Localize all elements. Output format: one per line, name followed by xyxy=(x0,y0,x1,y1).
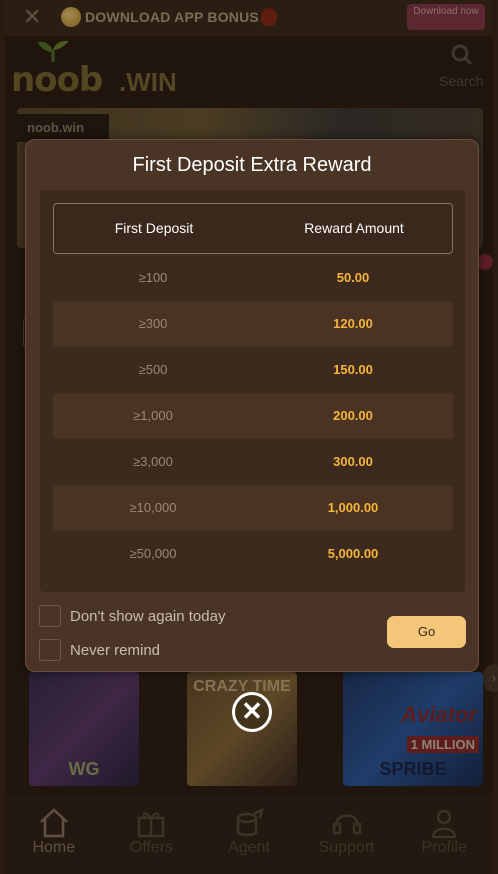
reward-cell: 5,000.00 xyxy=(327,546,379,561)
dont-show-today-label[interactable]: Don't show again today xyxy=(70,608,225,625)
deposit-cell: ≥3,000 xyxy=(133,454,173,469)
never-remind-label[interactable]: Never remind xyxy=(70,642,160,659)
table-row: ≥100 50.00 xyxy=(53,255,453,301)
table-row: ≥500 150.00 xyxy=(53,347,453,393)
deposit-cell: ≥1,000 xyxy=(133,408,173,423)
table-row: ≥3,000 300.00 xyxy=(53,439,453,485)
table-row: ≥1,000 200.00 xyxy=(53,393,453,439)
reward-cell: 200.00 xyxy=(333,408,373,423)
first-deposit-reward-dialog: First Deposit Extra Reward First Deposit… xyxy=(25,139,479,672)
table-row: ≥300 120.00 xyxy=(53,301,453,347)
reward-cell: 50.00 xyxy=(336,270,370,285)
deposit-cell: ≥50,000 xyxy=(129,546,177,561)
dont-show-today-checkbox[interactable] xyxy=(39,605,61,627)
deposit-cell: ≥300 xyxy=(138,316,168,331)
reward-cell: 120.00 xyxy=(333,316,373,331)
column-header-first-deposit: First Deposit xyxy=(114,220,194,236)
deposit-cell: ≥100 xyxy=(138,270,168,285)
reward-table: First Deposit Reward Amount ≥100 50.00 ≥… xyxy=(40,190,465,592)
column-header-reward-amount: Reward Amount xyxy=(304,220,404,236)
table-row: ≥50,000 5,000.00 xyxy=(53,531,453,577)
dialog-title: First Deposit Extra Reward xyxy=(132,154,372,176)
reward-cell: 300.00 xyxy=(333,454,373,469)
table-row: ≥10,000 1,000.00 xyxy=(53,485,453,531)
deposit-cell: ≥10,000 xyxy=(129,500,177,515)
deposit-cell: ≥500 xyxy=(138,362,168,377)
go-button[interactable]: Go xyxy=(387,616,466,648)
reward-cell: 1,000.00 xyxy=(327,500,379,515)
close-dialog-button[interactable]: ✕ xyxy=(232,692,272,732)
close-icon: ✕ xyxy=(241,696,263,726)
table-header: First Deposit Reward Amount xyxy=(53,203,453,254)
never-remind-checkbox[interactable] xyxy=(39,639,61,661)
reward-cell: 150.00 xyxy=(333,362,373,377)
